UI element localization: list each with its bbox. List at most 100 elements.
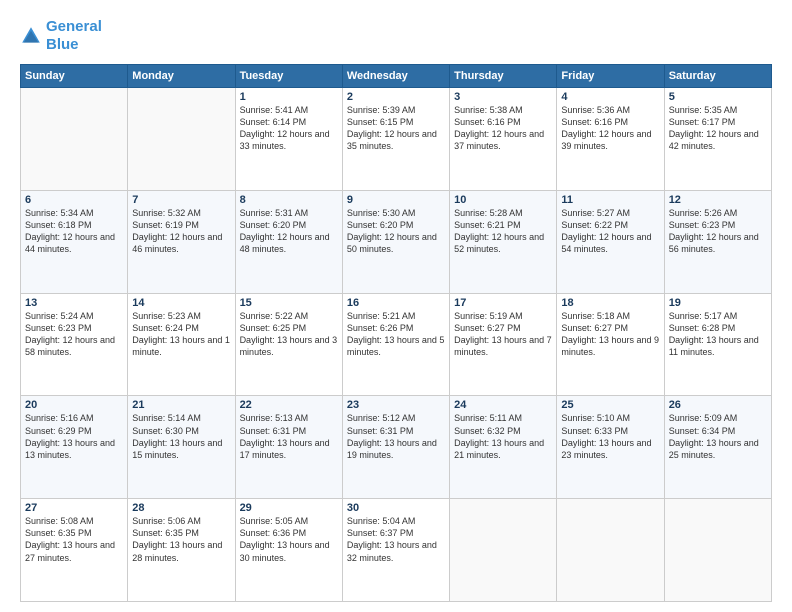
cell-info: Sunrise: 5:23 AMSunset: 6:24 PMDaylight:… <box>132 310 230 359</box>
logo-icon <box>20 25 42 47</box>
calendar-cell: 26 Sunrise: 5:09 AMSunset: 6:34 PMDaylig… <box>664 396 771 499</box>
calendar-row-1: 6 Sunrise: 5:34 AMSunset: 6:18 PMDayligh… <box>21 190 772 293</box>
cell-info: Sunrise: 5:22 AMSunset: 6:25 PMDaylight:… <box>240 310 338 359</box>
weekday-header-sunday: Sunday <box>21 65 128 88</box>
cell-info: Sunrise: 5:32 AMSunset: 6:19 PMDaylight:… <box>132 207 230 256</box>
calendar-row-0: 1 Sunrise: 5:41 AMSunset: 6:14 PMDayligh… <box>21 88 772 191</box>
calendar-cell: 10 Sunrise: 5:28 AMSunset: 6:21 PMDaylig… <box>450 190 557 293</box>
calendar-cell: 18 Sunrise: 5:18 AMSunset: 6:27 PMDaylig… <box>557 293 664 396</box>
day-number: 26 <box>669 399 767 411</box>
day-number: 23 <box>347 399 445 411</box>
day-number: 8 <box>240 194 338 206</box>
weekday-header-monday: Monday <box>128 65 235 88</box>
cell-info: Sunrise: 5:04 AMSunset: 6:37 PMDaylight:… <box>347 515 445 564</box>
day-number: 13 <box>25 297 123 309</box>
calendar-cell: 29 Sunrise: 5:05 AMSunset: 6:36 PMDaylig… <box>235 499 342 602</box>
calendar-cell <box>557 499 664 602</box>
day-number: 27 <box>25 502 123 514</box>
cell-info: Sunrise: 5:11 AMSunset: 6:32 PMDaylight:… <box>454 412 552 461</box>
weekday-header-saturday: Saturday <box>664 65 771 88</box>
cell-info: Sunrise: 5:16 AMSunset: 6:29 PMDaylight:… <box>25 412 123 461</box>
calendar-cell: 14 Sunrise: 5:23 AMSunset: 6:24 PMDaylig… <box>128 293 235 396</box>
cell-info: Sunrise: 5:38 AMSunset: 6:16 PMDaylight:… <box>454 104 552 153</box>
day-number: 21 <box>132 399 230 411</box>
cell-info: Sunrise: 5:39 AMSunset: 6:15 PMDaylight:… <box>347 104 445 153</box>
calendar-cell: 19 Sunrise: 5:17 AMSunset: 6:28 PMDaylig… <box>664 293 771 396</box>
day-number: 16 <box>347 297 445 309</box>
header: General Blue <box>20 18 772 54</box>
cell-info: Sunrise: 5:24 AMSunset: 6:23 PMDaylight:… <box>25 310 123 359</box>
cell-info: Sunrise: 5:35 AMSunset: 6:17 PMDaylight:… <box>669 104 767 153</box>
calendar-cell: 21 Sunrise: 5:14 AMSunset: 6:30 PMDaylig… <box>128 396 235 499</box>
calendar-cell: 11 Sunrise: 5:27 AMSunset: 6:22 PMDaylig… <box>557 190 664 293</box>
weekday-header-friday: Friday <box>557 65 664 88</box>
weekday-header-row: SundayMondayTuesdayWednesdayThursdayFrid… <box>21 65 772 88</box>
cell-info: Sunrise: 5:21 AMSunset: 6:26 PMDaylight:… <box>347 310 445 359</box>
cell-info: Sunrise: 5:34 AMSunset: 6:18 PMDaylight:… <box>25 207 123 256</box>
day-number: 9 <box>347 194 445 206</box>
day-number: 5 <box>669 91 767 103</box>
day-number: 2 <box>347 91 445 103</box>
calendar-row-4: 27 Sunrise: 5:08 AMSunset: 6:35 PMDaylig… <box>21 499 772 602</box>
cell-info: Sunrise: 5:30 AMSunset: 6:20 PMDaylight:… <box>347 207 445 256</box>
cell-info: Sunrise: 5:31 AMSunset: 6:20 PMDaylight:… <box>240 207 338 256</box>
cell-info: Sunrise: 5:14 AMSunset: 6:30 PMDaylight:… <box>132 412 230 461</box>
cell-info: Sunrise: 5:17 AMSunset: 6:28 PMDaylight:… <box>669 310 767 359</box>
calendar-cell: 16 Sunrise: 5:21 AMSunset: 6:26 PMDaylig… <box>342 293 449 396</box>
calendar-cell: 30 Sunrise: 5:04 AMSunset: 6:37 PMDaylig… <box>342 499 449 602</box>
cell-info: Sunrise: 5:09 AMSunset: 6:34 PMDaylight:… <box>669 412 767 461</box>
cell-info: Sunrise: 5:18 AMSunset: 6:27 PMDaylight:… <box>561 310 659 359</box>
calendar-table: SundayMondayTuesdayWednesdayThursdayFrid… <box>20 64 772 602</box>
day-number: 30 <box>347 502 445 514</box>
calendar-cell: 22 Sunrise: 5:13 AMSunset: 6:31 PMDaylig… <box>235 396 342 499</box>
calendar-cell: 17 Sunrise: 5:19 AMSunset: 6:27 PMDaylig… <box>450 293 557 396</box>
day-number: 25 <box>561 399 659 411</box>
calendar-cell: 1 Sunrise: 5:41 AMSunset: 6:14 PMDayligh… <box>235 88 342 191</box>
day-number: 17 <box>454 297 552 309</box>
cell-info: Sunrise: 5:28 AMSunset: 6:21 PMDaylight:… <box>454 207 552 256</box>
calendar-cell: 13 Sunrise: 5:24 AMSunset: 6:23 PMDaylig… <box>21 293 128 396</box>
calendar-cell: 12 Sunrise: 5:26 AMSunset: 6:23 PMDaylig… <box>664 190 771 293</box>
calendar-cell: 3 Sunrise: 5:38 AMSunset: 6:16 PMDayligh… <box>450 88 557 191</box>
day-number: 14 <box>132 297 230 309</box>
calendar-row-3: 20 Sunrise: 5:16 AMSunset: 6:29 PMDaylig… <box>21 396 772 499</box>
day-number: 12 <box>669 194 767 206</box>
calendar-cell: 4 Sunrise: 5:36 AMSunset: 6:16 PMDayligh… <box>557 88 664 191</box>
calendar-cell: 28 Sunrise: 5:06 AMSunset: 6:35 PMDaylig… <box>128 499 235 602</box>
logo: General Blue <box>20 18 102 54</box>
day-number: 28 <box>132 502 230 514</box>
cell-info: Sunrise: 5:36 AMSunset: 6:16 PMDaylight:… <box>561 104 659 153</box>
day-number: 4 <box>561 91 659 103</box>
day-number: 20 <box>25 399 123 411</box>
cell-info: Sunrise: 5:26 AMSunset: 6:23 PMDaylight:… <box>669 207 767 256</box>
cell-info: Sunrise: 5:13 AMSunset: 6:31 PMDaylight:… <box>240 412 338 461</box>
weekday-header-wednesday: Wednesday <box>342 65 449 88</box>
day-number: 7 <box>132 194 230 206</box>
day-number: 22 <box>240 399 338 411</box>
calendar-cell: 25 Sunrise: 5:10 AMSunset: 6:33 PMDaylig… <box>557 396 664 499</box>
day-number: 11 <box>561 194 659 206</box>
calendar-cell: 15 Sunrise: 5:22 AMSunset: 6:25 PMDaylig… <box>235 293 342 396</box>
day-number: 3 <box>454 91 552 103</box>
cell-info: Sunrise: 5:27 AMSunset: 6:22 PMDaylight:… <box>561 207 659 256</box>
day-number: 15 <box>240 297 338 309</box>
cell-info: Sunrise: 5:08 AMSunset: 6:35 PMDaylight:… <box>25 515 123 564</box>
weekday-header-thursday: Thursday <box>450 65 557 88</box>
logo-text: General Blue <box>46 18 102 54</box>
day-number: 24 <box>454 399 552 411</box>
calendar-cell <box>450 499 557 602</box>
cell-info: Sunrise: 5:12 AMSunset: 6:31 PMDaylight:… <box>347 412 445 461</box>
day-number: 19 <box>669 297 767 309</box>
calendar-cell: 24 Sunrise: 5:11 AMSunset: 6:32 PMDaylig… <box>450 396 557 499</box>
cell-info: Sunrise: 5:19 AMSunset: 6:27 PMDaylight:… <box>454 310 552 359</box>
calendar-cell: 20 Sunrise: 5:16 AMSunset: 6:29 PMDaylig… <box>21 396 128 499</box>
calendar-cell: 27 Sunrise: 5:08 AMSunset: 6:35 PMDaylig… <box>21 499 128 602</box>
calendar-cell: 2 Sunrise: 5:39 AMSunset: 6:15 PMDayligh… <box>342 88 449 191</box>
page: General Blue SundayMondayTuesdayWednesda… <box>0 0 792 612</box>
cell-info: Sunrise: 5:05 AMSunset: 6:36 PMDaylight:… <box>240 515 338 564</box>
calendar-cell <box>664 499 771 602</box>
cell-info: Sunrise: 5:06 AMSunset: 6:35 PMDaylight:… <box>132 515 230 564</box>
calendar-cell <box>128 88 235 191</box>
calendar-cell: 23 Sunrise: 5:12 AMSunset: 6:31 PMDaylig… <box>342 396 449 499</box>
weekday-header-tuesday: Tuesday <box>235 65 342 88</box>
